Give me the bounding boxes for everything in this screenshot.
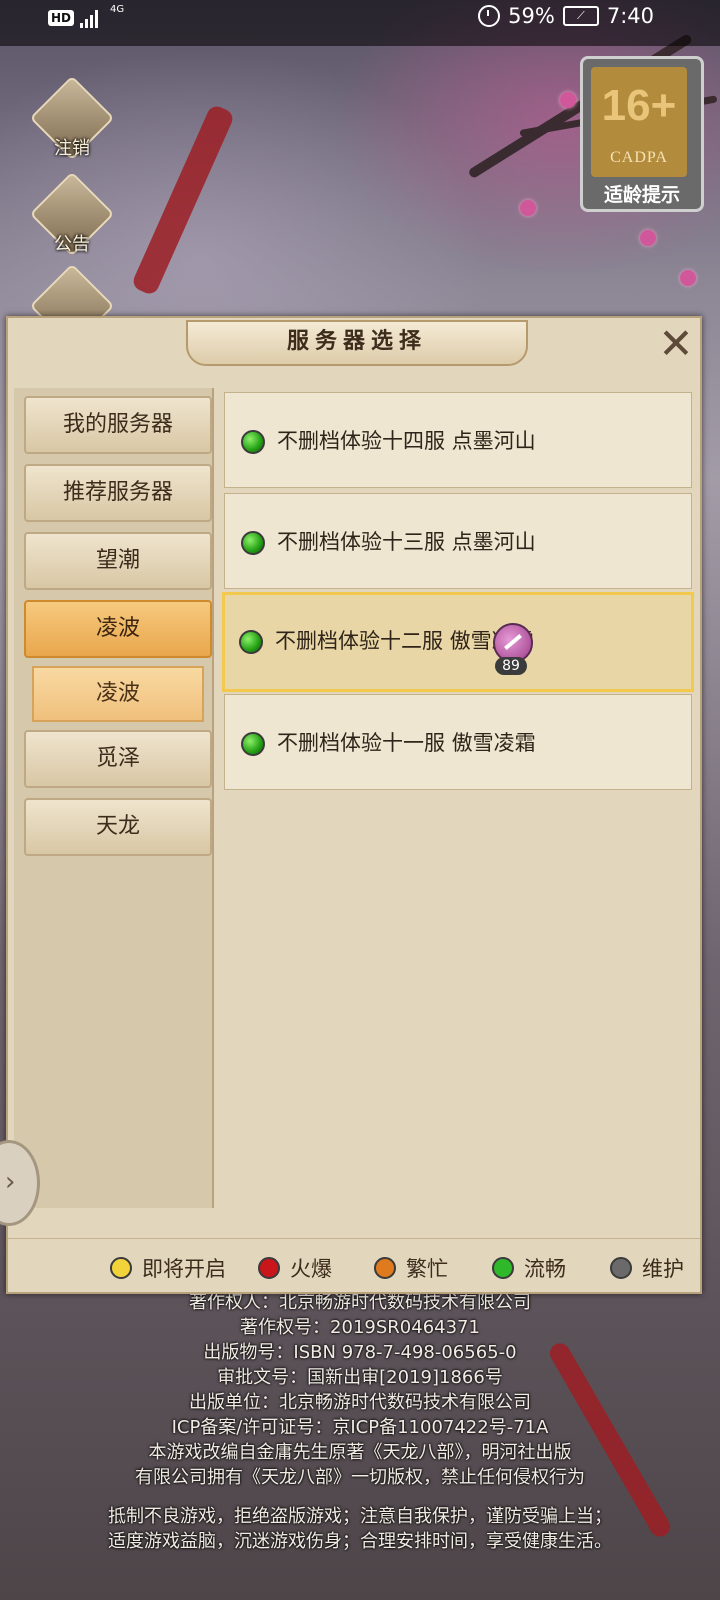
copyright-line: 本游戏改编自金庸先生原著《天龙八部》，明河社出版 [148, 1442, 572, 1463]
alarm-icon [478, 5, 501, 27]
ribbon [130, 103, 236, 297]
dialog-title: 服务器选择 [186, 320, 528, 366]
hd-badge: HD [48, 10, 75, 26]
battery-percent: 59% [508, 4, 555, 28]
copyright-line: 著作权号：2019SR0464371 [240, 1317, 480, 1338]
network-label: 4G [110, 4, 125, 15]
legend-item: 维护 [610, 1253, 684, 1283]
legend-label: 火爆 [290, 1257, 332, 1281]
blossom [640, 230, 656, 246]
copyright-line: ICP备案/许可证号：京ICP备11007422号-71A [171, 1417, 549, 1438]
status-right: 59% ⟋ 7:40 [478, 4, 654, 28]
legend-item: 火爆 [258, 1253, 332, 1283]
announcement-button[interactable]: 公告 [29, 171, 115, 257]
server-row[interactable]: 不删档体验十一服 傲雪凌霜 [224, 694, 692, 790]
health-notice-line: 抵制不良游戏，拒绝盗版游戏；注意自我保护，谨防受骗上当； [108, 1506, 612, 1527]
blossom [560, 92, 576, 108]
age-rating-tip: 适龄提示 [603, 184, 680, 206]
legend-label: 即将开启 [142, 1257, 226, 1281]
orange-dot-icon [374, 1257, 396, 1279]
legend-item: 流畅 [492, 1253, 566, 1283]
server-row[interactable]: 不删档体验十四服 点墨河山 [224, 392, 692, 488]
status-legend: 即将开启 火爆 繁忙 流畅 维护 [8, 1238, 700, 1289]
age-rating-org: CADPA [610, 149, 668, 166]
player-level-badge: 89 [495, 657, 527, 675]
category-wangchao[interactable]: 望潮 [24, 532, 212, 590]
age-rating-plate: 16+ CADPA [591, 67, 687, 177]
server-select-dialog: 服务器选择 ✕ 我的服务器 推荐服务器 望潮 凌波 凌波 觅泽 天龙 不删档体验… [6, 316, 702, 1294]
signal-icon: 4G [80, 4, 124, 28]
close-button[interactable]: ✕ [656, 323, 696, 365]
copyright-line: 有限公司拥有《天龙八部》一切版权，禁止任何侵权行为 [135, 1467, 585, 1488]
logout-label: 注销 [54, 138, 90, 159]
copyright-line: 审批文号：国新出审[2019]1866号 [217, 1367, 503, 1388]
status-dot-icon [239, 630, 263, 654]
server-row-selected[interactable]: 不删档体验十二服 傲雪凌霜 89 [222, 592, 694, 692]
battery-icon: ⟋ [562, 6, 599, 26]
server-name: 不删档体验十一服 傲雪凌霜 [277, 731, 536, 755]
status-dot-icon [241, 430, 265, 454]
logout-button[interactable]: 注销 [29, 75, 115, 161]
category-my-servers[interactable]: 我的服务器 [24, 396, 212, 454]
status-left: HD 4G [48, 4, 124, 28]
status-dot-icon [241, 531, 265, 555]
server-name: 不删档体验十三服 点墨河山 [277, 530, 536, 554]
legend-item: 繁忙 [374, 1253, 448, 1283]
copyright-footer: 著作权人：北京畅游时代数码技术有限公司 著作权号：2019SR0464371 出… [0, 1290, 720, 1554]
status-bar: HD 4G 59% ⟋ 7:40 [0, 0, 720, 46]
legend-item: 即将开启 [110, 1253, 226, 1283]
chevron-right-icon: › [5, 1167, 16, 1197]
yellow-dot-icon [110, 1257, 132, 1279]
announcement-label: 公告 [54, 234, 90, 255]
legend-label: 繁忙 [406, 1257, 448, 1281]
category-mize[interactable]: 觅泽 [24, 730, 212, 788]
copyright-line: 出版物号：ISBN 978-7-498-06565-0 [203, 1342, 517, 1363]
clock: 7:40 [606, 4, 654, 28]
age-rating-number: 16+ [601, 81, 677, 130]
server-category-rail: 我的服务器 推荐服务器 望潮 凌波 凌波 觅泽 天龙 [14, 388, 214, 1208]
health-notice-line: 适度游戏益脑，沉迷游戏伤身；合理安排时间，享受健康生活。 [108, 1531, 612, 1552]
red-dot-icon [258, 1257, 280, 1279]
copyright-line: 出版单位：北京畅游时代数码技术有限公司 [189, 1392, 531, 1413]
category-tianlong[interactable]: 天龙 [24, 798, 212, 856]
legend-label: 维护 [642, 1257, 684, 1281]
blossom [680, 270, 696, 286]
category-lingbo[interactable]: 凌波 [24, 600, 212, 658]
gray-dot-icon [610, 1257, 632, 1279]
category-recommended[interactable]: 推荐服务器 [24, 464, 212, 522]
blossom [520, 200, 536, 216]
server-name: 不删档体验十四服 点墨河山 [277, 429, 536, 453]
status-dot-icon [241, 732, 265, 756]
green-dot-icon [492, 1257, 514, 1279]
server-row[interactable]: 不删档体验十三服 点墨河山 [224, 493, 692, 589]
age-rating-badge[interactable]: 16+ CADPA 适龄提示 [580, 56, 704, 212]
subcategory-lingbo[interactable]: 凌波 [32, 666, 204, 722]
legend-label: 流畅 [524, 1257, 566, 1281]
